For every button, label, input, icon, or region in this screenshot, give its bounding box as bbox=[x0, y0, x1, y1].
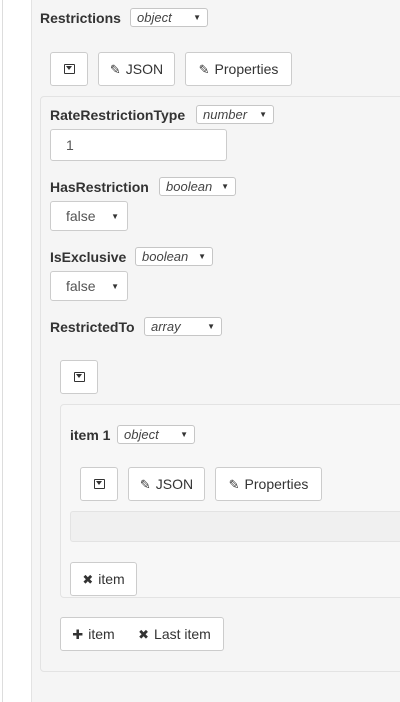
delete-last-item-label: Last item bbox=[154, 626, 211, 642]
caret-down-icon: ▼ bbox=[111, 281, 119, 291]
properties-button-label: Properties bbox=[214, 61, 279, 77]
item-1-type: object bbox=[124, 427, 159, 442]
restrictions-type-select[interactable]: object ▼ bbox=[130, 8, 208, 27]
restricted-to-type-select[interactable]: array ▼ bbox=[144, 317, 222, 336]
item-1-properties-button[interactable]: ✎ Properties bbox=[215, 467, 322, 501]
item-1-label: item 1 bbox=[70, 427, 111, 443]
collapse-icon bbox=[93, 479, 105, 489]
item-1-json-label: JSON bbox=[155, 476, 194, 492]
caret-down-icon: ▼ bbox=[180, 430, 188, 439]
caret-down-icon: ▼ bbox=[207, 322, 215, 331]
item-1-type-select[interactable]: object ▼ bbox=[117, 425, 195, 444]
caret-down-icon: ▼ bbox=[259, 110, 267, 119]
delete-item-1-button[interactable]: ✖ item bbox=[70, 562, 137, 596]
delete-last-item-button[interactable]: ✖ Last item bbox=[126, 617, 224, 651]
plus-icon: ✚ bbox=[72, 626, 84, 642]
delete-item-label: item bbox=[98, 571, 125, 587]
json-button-label: JSON bbox=[125, 61, 164, 77]
collapse-icon bbox=[63, 64, 75, 74]
caret-down-icon: ▼ bbox=[193, 13, 201, 22]
restrictions-label: Restrictions bbox=[40, 10, 121, 26]
is-exclusive-type-select[interactable]: boolean ▼ bbox=[135, 247, 213, 266]
is-exclusive-value: false bbox=[66, 278, 96, 294]
caret-down-icon: ▼ bbox=[221, 182, 229, 191]
has-restriction-select[interactable]: false ▼ bbox=[50, 201, 128, 231]
item-1-properties-label: Properties bbox=[244, 476, 309, 492]
restrictions-collapse-button[interactable] bbox=[50, 52, 88, 86]
rate-restriction-type-select[interactable]: number ▼ bbox=[196, 105, 274, 124]
remove-icon: ✖ bbox=[82, 571, 94, 587]
item-1-json-button[interactable]: ✎ JSON bbox=[128, 467, 205, 501]
is-exclusive-type: boolean bbox=[142, 249, 189, 264]
rate-restriction-type-label: RateRestrictionType bbox=[50, 107, 186, 123]
restrictions-properties-button[interactable]: ✎ Properties bbox=[185, 52, 292, 86]
caret-down-icon: ▼ bbox=[111, 211, 119, 221]
gutter-divider bbox=[2, 0, 3, 702]
left-gutter bbox=[0, 0, 31, 702]
pencil-icon: ✎ bbox=[198, 61, 210, 77]
pencil-icon: ✎ bbox=[109, 61, 121, 77]
has-restriction-label: HasRestriction bbox=[50, 179, 149, 195]
item-1-properties-area bbox=[70, 511, 400, 542]
has-restriction-value: false bbox=[66, 208, 96, 224]
restrictions-type-value: object bbox=[137, 10, 172, 25]
pencil-icon: ✎ bbox=[228, 476, 240, 492]
rate-restriction-type-type: number bbox=[203, 107, 248, 122]
is-exclusive-select[interactable]: false ▼ bbox=[50, 271, 128, 301]
restricted-to-collapse-button[interactable] bbox=[60, 360, 98, 394]
restricted-to-label: RestrictedTo bbox=[50, 319, 135, 335]
has-restriction-type-select[interactable]: boolean ▼ bbox=[159, 177, 236, 196]
restrictions-json-button[interactable]: ✎ JSON bbox=[98, 52, 175, 86]
restricted-to-type: array bbox=[151, 319, 181, 334]
add-item-label: item bbox=[88, 626, 115, 642]
rate-restriction-type-input[interactable]: 1 bbox=[50, 129, 227, 161]
remove-icon: ✖ bbox=[138, 626, 150, 642]
caret-down-icon: ▼ bbox=[198, 252, 206, 261]
item-1-collapse-button[interactable] bbox=[80, 467, 118, 501]
is-exclusive-label: IsExclusive bbox=[50, 249, 127, 265]
pencil-icon: ✎ bbox=[139, 476, 151, 492]
add-item-button[interactable]: ✚ item bbox=[60, 617, 127, 651]
has-restriction-type: boolean bbox=[166, 179, 213, 194]
collapse-icon bbox=[73, 372, 85, 382]
